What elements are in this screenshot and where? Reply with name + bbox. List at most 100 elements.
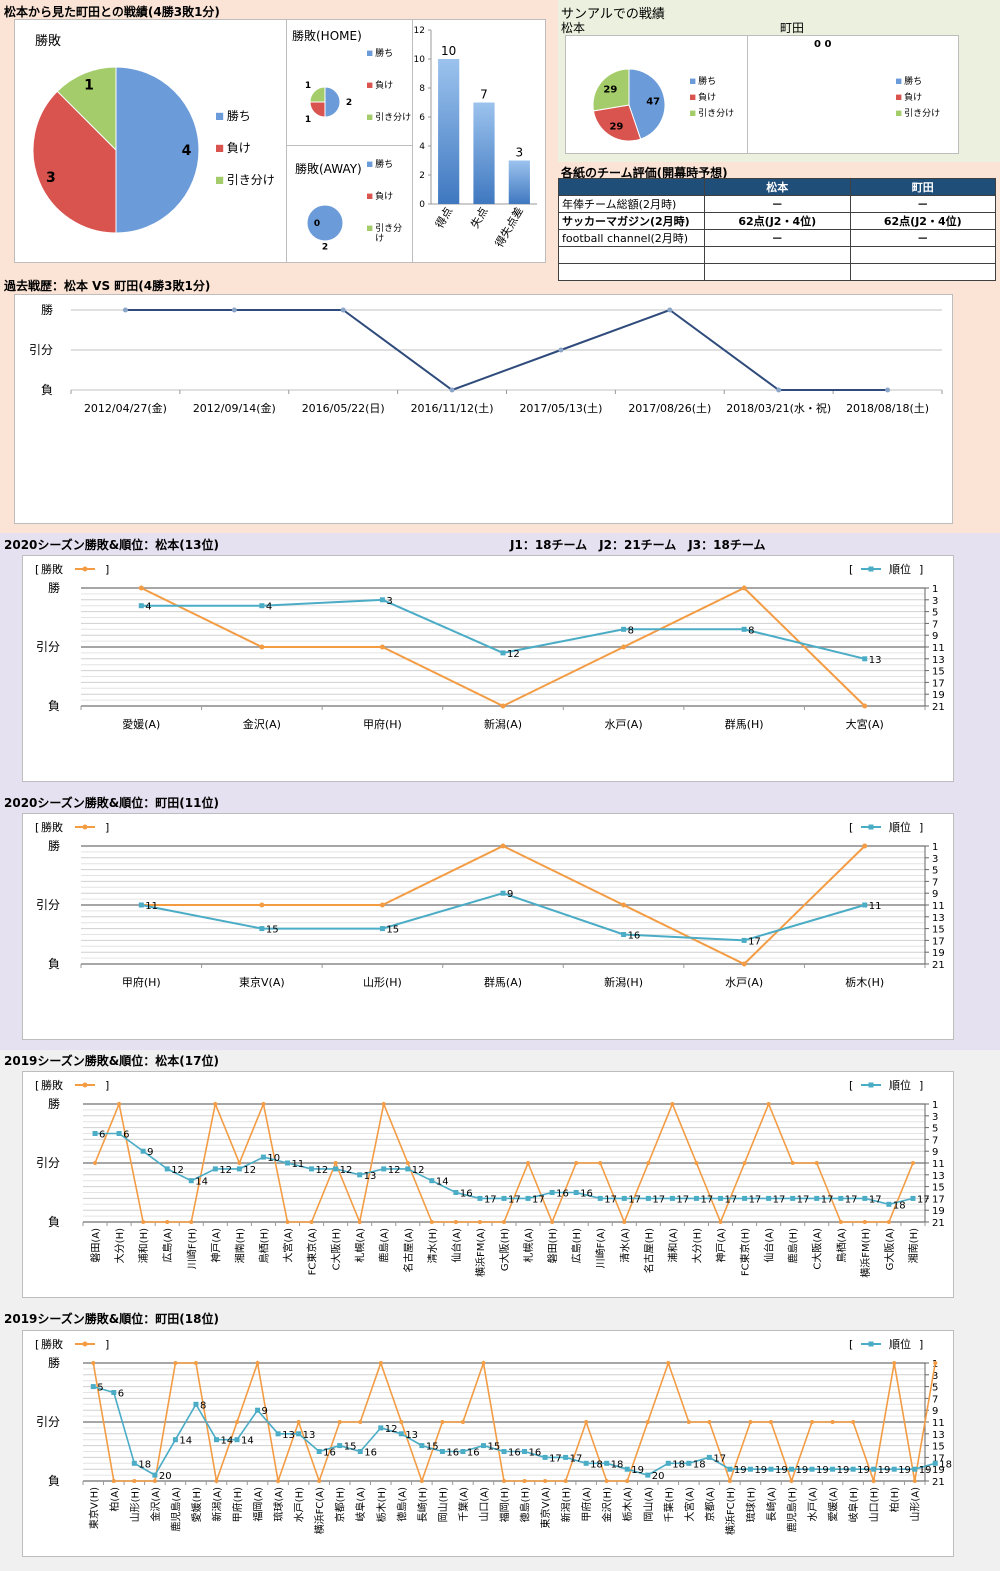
rank-point — [260, 1154, 266, 1160]
legend-swatch — [216, 112, 224, 120]
rank-tick-label: 9 — [932, 1406, 938, 1417]
legend-label: 勝ち — [227, 108, 251, 123]
result-point — [686, 1420, 691, 1424]
rank-data-label: 12 — [507, 649, 520, 660]
x-tick-label: 神戸(A) — [715, 1228, 728, 1263]
x-tick-label: 愛媛(H) — [190, 1487, 203, 1522]
rank-data-label: 4 — [145, 602, 151, 613]
x-tick-label: 横浜FC(A) — [313, 1487, 326, 1534]
x-tick-label: 新潟(H) — [560, 1487, 573, 1522]
rank-point — [92, 1131, 98, 1136]
rank-point — [741, 626, 747, 632]
rank-point — [814, 1195, 820, 1201]
rank-data-label: 17 — [773, 1194, 786, 1205]
x-tick-label: 愛媛(A) — [827, 1487, 840, 1522]
result-point — [621, 902, 627, 908]
history-title: 過去戦歴：松本 VS 町田(4勝3敗1分) — [4, 279, 211, 293]
rank-data-label: 18 — [693, 1459, 706, 1470]
bar-value-label: 10 — [441, 44, 456, 58]
result-point — [141, 1220, 146, 1224]
rank-point — [111, 1390, 117, 1395]
rank-point — [501, 1449, 507, 1454]
eval-header-row: 松本 町田 — [558, 178, 996, 196]
result-point — [563, 1479, 568, 1483]
rank-point — [693, 1195, 699, 1201]
x-tick-label: 長崎(H) — [416, 1487, 429, 1522]
eval-cell: － — [849, 195, 996, 213]
result-point — [261, 1102, 266, 1106]
rank-point — [525, 1195, 531, 1201]
sanaru-z-pie-panel: 0 0 勝ち 負け 引き分け — [747, 35, 959, 154]
y-label: 勝 — [41, 302, 53, 317]
rank-data-label: 19 — [754, 1465, 767, 1476]
rank-data-label: 13 — [303, 1430, 316, 1441]
legend-bracket: [ — [849, 1338, 853, 1351]
legend-swatch — [367, 225, 373, 231]
data-point — [667, 307, 673, 313]
rank-data-label: 17 — [748, 936, 761, 947]
rank-data-label: 12 — [243, 1165, 256, 1176]
rank-point — [747, 1466, 753, 1472]
x-tick-label: 甲府(A) — [580, 1487, 593, 1522]
rank-point — [419, 1443, 425, 1449]
pie-value-label: 1 — [84, 78, 94, 94]
eval-row-label — [558, 263, 705, 281]
x-tick-label: 栃木(H) — [845, 975, 884, 989]
s2020m-panel: 1 3 5 7 9 11 13 15 17 19 21 勝引分負 4 4 3 12 8 8 13 愛媛(A) 金沢(A)… — [22, 555, 954, 782]
rank-point — [337, 1443, 343, 1449]
legend-bracket: ] — [105, 563, 109, 576]
legend-swatch — [216, 144, 224, 152]
eval-cell: 62点(J2・4位) — [849, 212, 996, 230]
rank-point — [255, 1407, 261, 1413]
rank-data-label: 19 — [878, 1465, 891, 1476]
rank-tick-label: 13 — [932, 1430, 945, 1441]
y-tick-label: 0 — [419, 200, 425, 210]
x-tick-label: 鹿島(H) — [787, 1228, 800, 1263]
rank-point — [236, 1166, 242, 1172]
x-tick-label: 徳島(A) — [395, 1487, 408, 1522]
x-tick-label: 川崎F(H) — [185, 1228, 198, 1269]
rank-point — [381, 1166, 387, 1172]
result-point — [255, 1361, 260, 1365]
rank-tick-label: 5 — [932, 1124, 938, 1135]
result-point — [399, 1420, 404, 1424]
result-point — [502, 1479, 506, 1483]
legend-label: 引き分け — [375, 112, 411, 123]
result-point — [670, 1102, 675, 1106]
result-point — [138, 585, 144, 591]
result-point — [707, 1420, 712, 1424]
rank-point — [212, 1166, 218, 1172]
result-point — [604, 1479, 609, 1483]
rank-data-label: 11 — [869, 901, 882, 912]
result-point — [666, 1361, 671, 1365]
s2020z-panel: 1 3 5 7 9 11 13 15 17 19 21 勝引分負 11 15 15 9 16 17 11 甲府(H) 東… — [22, 813, 954, 1040]
x-tick-label: 山口(A) — [478, 1487, 490, 1522]
rank-data-label: 16 — [364, 1448, 377, 1459]
x-tick-label: FC東京(A) — [306, 1228, 319, 1275]
eval-row-label: 年俸チーム総額(2月時) — [558, 195, 705, 213]
pie-value-label: 1 — [305, 115, 311, 125]
legend-label: 勝ち — [375, 158, 393, 170]
rank-point — [188, 1178, 194, 1184]
eval-row-label: football channel(2月時) — [558, 229, 705, 247]
result-point — [132, 1479, 137, 1483]
legend-swatch — [367, 114, 373, 120]
pie-value-label: 2 — [346, 98, 352, 108]
rank-point — [500, 890, 506, 896]
x-tick-label: 東京V(A) — [239, 975, 285, 989]
x-tick-label: 広島(H) — [570, 1228, 583, 1263]
rank-data-label: 19 — [837, 1465, 850, 1476]
data-point — [558, 347, 564, 353]
legend-label: 引き分け — [227, 173, 275, 187]
x-tick-label: 浦和(H) — [137, 1228, 150, 1263]
rank-tick-label: 15 — [932, 667, 945, 678]
rank-tick-label: 15 — [932, 1183, 945, 1194]
eval-row: サッカーマガジン(2月時) 62点(J2・4位) 62点(J2・4位) — [558, 212, 996, 230]
x-tick-label: 金沢(H) — [601, 1487, 614, 1522]
result-point — [748, 1420, 753, 1424]
pie-slice — [309, 86, 326, 103]
result-point — [625, 1479, 630, 1483]
sanaru-pie-panel: 47 29 29 勝ち 負け 引き分け — [565, 35, 749, 154]
rank-tick-label: 3 — [932, 1112, 938, 1123]
rank-point — [621, 1195, 627, 1201]
